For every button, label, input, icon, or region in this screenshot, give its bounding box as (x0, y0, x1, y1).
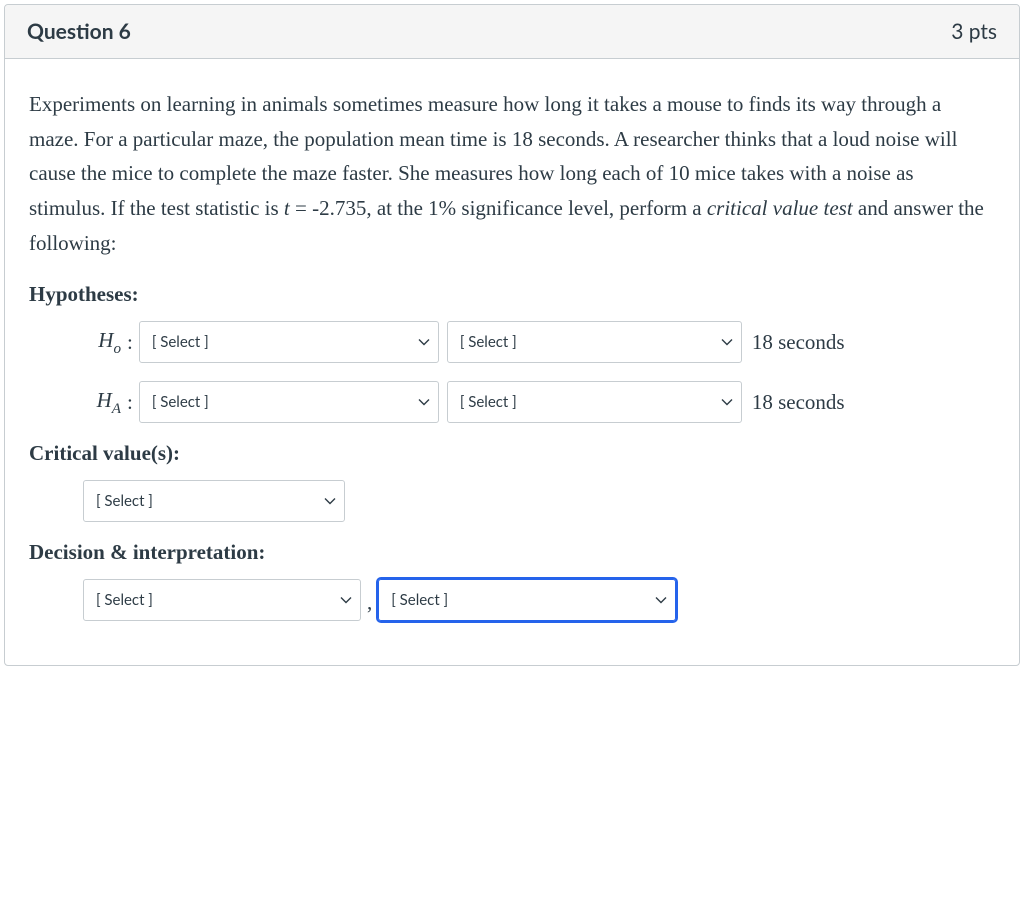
decision-select-1-value: [ Select ] (96, 591, 153, 609)
hypotheses-heading: Hypotheses: (29, 282, 995, 307)
decision-heading: Decision & interpretation: (29, 540, 995, 565)
decision-select-1[interactable]: [ Select ] (83, 579, 361, 621)
chevron-down-icon (655, 594, 667, 606)
critical-heading: Critical value(s): (29, 441, 995, 466)
ha-label: HA (83, 388, 121, 417)
ha-sub: A (112, 401, 121, 417)
h0-label: Ho (83, 328, 121, 357)
ha-select-1-value: [ Select ] (152, 393, 209, 411)
ha-row: HA: [ Select ] [ Select ] 18 seconds (29, 381, 995, 423)
chevron-down-icon (721, 336, 733, 348)
ha-h: H (97, 388, 112, 412)
question-header: Question 6 3 pts (5, 5, 1019, 59)
decision-select-2[interactable]: [ Select ] (378, 579, 676, 621)
decision-comma: , (367, 590, 372, 621)
question-prompt: Experiments on learning in animals somet… (29, 87, 995, 260)
critical-select[interactable]: [ Select ] (83, 480, 345, 522)
chevron-down-icon (418, 396, 430, 408)
critical-select-value: [ Select ] (96, 492, 153, 510)
ha-colon: : (127, 390, 133, 415)
ha-trail: 18 seconds (752, 390, 845, 415)
h0-select-2[interactable]: [ Select ] (447, 321, 742, 363)
chevron-down-icon (721, 396, 733, 408)
h0-h: H (98, 328, 113, 352)
prompt-t-val: = -2.735, at the 1% significance level, … (290, 196, 707, 220)
ha-select-1[interactable]: [ Select ] (139, 381, 439, 423)
critical-row: [ Select ] (29, 480, 995, 522)
question-points: 3 pts (951, 19, 997, 44)
h0-select-2-value: [ Select ] (460, 333, 517, 351)
question-title: Question 6 (27, 19, 131, 44)
critical-value-em: critical value test (707, 196, 853, 220)
h0-trail: 18 seconds (752, 330, 845, 355)
question-body: Experiments on learning in animals somet… (5, 59, 1019, 665)
h0-select-1-value: [ Select ] (152, 333, 209, 351)
ha-select-2-value: [ Select ] (460, 393, 517, 411)
decision-row: [ Select ] , [ Select ] (29, 579, 995, 621)
chevron-down-icon (324, 495, 336, 507)
h0-sub: o (113, 341, 121, 357)
decision-select-2-value: [ Select ] (391, 591, 448, 609)
ha-select-2[interactable]: [ Select ] (447, 381, 742, 423)
chevron-down-icon (418, 336, 430, 348)
h0-select-1[interactable]: [ Select ] (139, 321, 439, 363)
chevron-down-icon (340, 594, 352, 606)
h0-colon: : (127, 330, 133, 355)
h0-row: Ho: [ Select ] [ Select ] 18 seconds (29, 321, 995, 363)
question-card: Question 6 3 pts Experiments on learning… (4, 4, 1020, 666)
